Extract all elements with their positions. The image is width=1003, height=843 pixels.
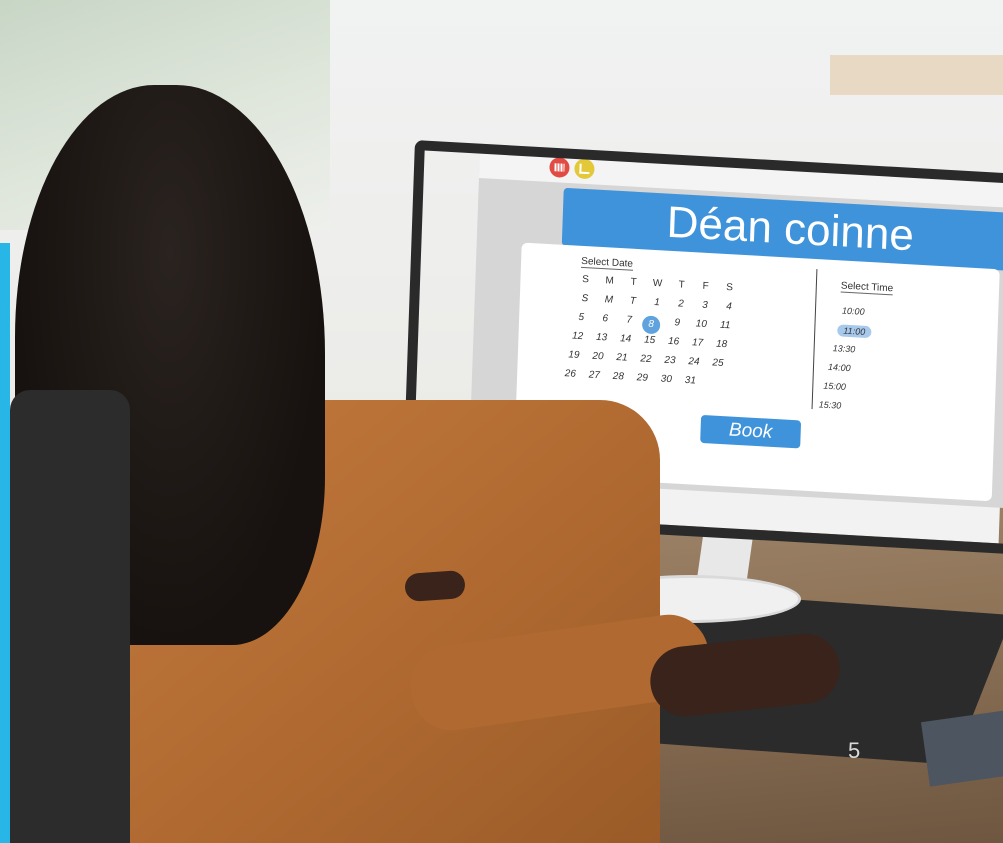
calendar-day[interactable]: 3 xyxy=(694,299,716,311)
selected-time-slot[interactable]: 11:00 xyxy=(837,324,872,339)
calendar-day[interactable]: 2 xyxy=(670,298,692,310)
selected-date[interactable]: 8 xyxy=(641,315,661,335)
weekday-header: T xyxy=(678,279,685,291)
time-slot[interactable]: 13:30 xyxy=(833,343,856,354)
weekday-header: F xyxy=(702,280,709,293)
calendar-day[interactable]: 12 xyxy=(566,330,588,343)
calendar-day[interactable]: 16 xyxy=(662,336,684,348)
calendar-icon[interactable] xyxy=(549,156,570,179)
calendar-day[interactable]: 25 xyxy=(707,357,729,369)
calendar-day: S xyxy=(581,292,589,305)
calendar-day[interactable]: 26 xyxy=(559,368,581,380)
calendar-day[interactable]: 18 xyxy=(710,338,732,351)
calendar-day[interactable]: 6 xyxy=(594,313,616,325)
calendar-day[interactable]: 11 xyxy=(714,319,736,332)
time-slot[interactable]: 15:00 xyxy=(823,381,846,392)
calendar-day[interactable]: 21 xyxy=(611,352,633,364)
calendar-day[interactable]: 7 xyxy=(618,314,640,326)
side-accent-band xyxy=(0,243,10,843)
calendar-day[interactable]: 5 xyxy=(570,311,592,323)
calendar-day[interactable]: 19 xyxy=(563,349,585,361)
weekday-header: M xyxy=(605,275,614,287)
calendar-day[interactable]: 29 xyxy=(631,372,653,384)
calendar-day[interactable]: 24 xyxy=(683,356,705,368)
time-slot[interactable]: 10:00 xyxy=(842,306,865,317)
select-time-label: Select Time xyxy=(840,280,894,296)
calendar-day[interactable]: 20 xyxy=(587,350,609,363)
calendar-day: M xyxy=(604,294,614,306)
panel-divider xyxy=(811,269,818,410)
weekday-header: W xyxy=(652,277,663,290)
calendar-day[interactable]: 27 xyxy=(583,369,605,382)
calendar-day[interactable]: 31 xyxy=(679,375,701,387)
calendar-day[interactable]: 23 xyxy=(659,354,681,367)
select-date-label: Select Date xyxy=(581,255,634,271)
book-button[interactable]: Book xyxy=(700,414,802,449)
calendar-day[interactable]: 15 xyxy=(638,334,660,347)
clock-icon[interactable] xyxy=(574,158,595,180)
person-hand-on-keyboard xyxy=(404,569,466,603)
weekday-header: T xyxy=(630,276,637,289)
calendar-day[interactable]: 17 xyxy=(686,337,708,349)
calendar-day[interactable]: 10 xyxy=(690,318,712,330)
weekday-header: S xyxy=(726,282,734,294)
calendar-day[interactable]: 22 xyxy=(635,353,657,365)
time-slot[interactable]: 14:00 xyxy=(828,362,851,373)
calendar-day[interactable]: 28 xyxy=(607,371,629,383)
page-number: 5 xyxy=(848,738,861,763)
calendar-day[interactable]: 9 xyxy=(666,317,688,329)
calendar-day[interactable]: 1 xyxy=(646,297,668,309)
calendar-day[interactable]: 13 xyxy=(590,332,612,344)
weekday-header: S xyxy=(582,273,590,286)
calendar-day: T xyxy=(629,295,637,308)
office-chair xyxy=(10,390,130,843)
calendar-day[interactable]: 30 xyxy=(655,373,677,386)
time-slot[interactable]: 15:30 xyxy=(819,399,842,410)
calendar-day[interactable]: 4 xyxy=(718,301,740,313)
calendar-day[interactable]: 14 xyxy=(614,333,636,345)
